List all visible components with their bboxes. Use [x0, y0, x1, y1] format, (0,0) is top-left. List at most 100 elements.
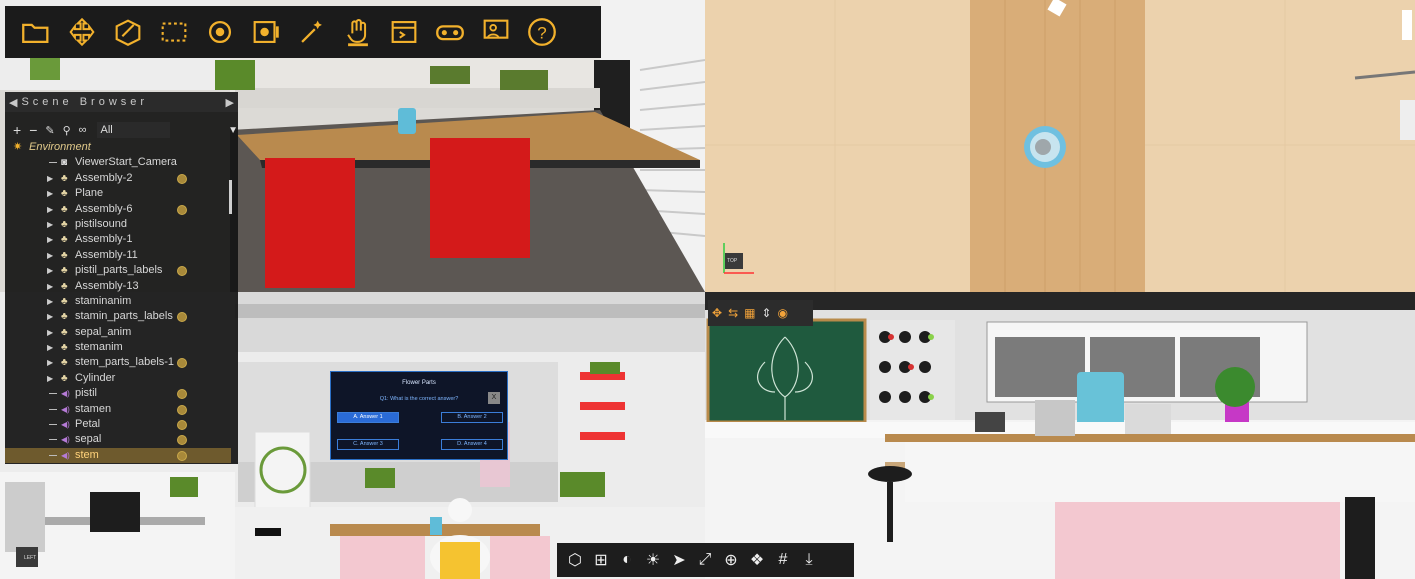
layout-panel-icon[interactable]: [381, 9, 427, 55]
expand-arrow-icon[interactable]: ▶: [47, 248, 53, 263]
add-icon[interactable]: +: [13, 122, 21, 138]
chevron-down-icon[interactable]: ▼: [228, 125, 238, 136]
expand-arrow-icon[interactable]: ▶: [47, 279, 53, 294]
answer-a-button[interactable]: A. Answer 1: [337, 412, 399, 423]
pointer-icon[interactable]: ➤: [667, 548, 691, 572]
pick-hand-icon[interactable]: [335, 9, 381, 55]
tree-item[interactable]: ▶ ♣ Assembly-6: [5, 202, 231, 217]
eraser-icon[interactable]: ✎: [45, 124, 54, 137]
record-icon[interactable]: [243, 9, 289, 55]
tree-item[interactable]: ▶ ♣ Plane: [5, 186, 231, 201]
visibility-eye-icon[interactable]: [177, 420, 187, 431]
visibility-eye-icon[interactable]: [177, 404, 187, 415]
binoculars-icon[interactable]: ∞: [79, 124, 87, 136]
select-rect-icon[interactable]: [151, 9, 197, 55]
tree-item-label: stamen: [75, 402, 112, 415]
move-icon[interactable]: ✥: [712, 306, 722, 320]
quiz-close-button[interactable]: X: [488, 392, 500, 404]
tree-item[interactable]: ◀) Petal: [5, 417, 231, 432]
visibility-eye-icon[interactable]: [177, 173, 187, 184]
tree-item-label: Environment: [29, 141, 91, 153]
visibility-eye-icon[interactable]: [177, 312, 187, 323]
tree-item[interactable]: ▶ ♣ Assembly-1: [5, 232, 231, 247]
presenter-icon[interactable]: [473, 9, 519, 55]
shading-icon[interactable]: ◐: [615, 548, 639, 572]
answer-d-button[interactable]: D. Answer 4: [441, 439, 503, 450]
grid-icon[interactable]: #: [771, 548, 795, 572]
camera-icon: ◙: [61, 157, 68, 169]
visibility-eye-icon[interactable]: [177, 358, 187, 369]
tree-item[interactable]: ▶ ♣ Cylinder: [5, 371, 231, 386]
tree-item[interactable]: ▶ ♣ Assembly-11: [5, 248, 231, 263]
arrow-up-down-icon[interactable]: ⇕: [761, 306, 771, 320]
visibility-eye-icon[interactable]: [177, 450, 187, 461]
tree-item[interactable]: ✷ Environment: [5, 140, 231, 155]
tree-item[interactable]: ◀) stamen: [5, 402, 231, 417]
answer-b-button[interactable]: B. Answer 2: [441, 412, 503, 423]
collapse-left-icon[interactable]: ◀: [9, 96, 17, 109]
viewport-front[interactable]: ✥ ⇆ ▦ ⇕ ◉: [705, 292, 1415, 579]
visibility-eye-icon[interactable]: [177, 435, 187, 446]
tree-item[interactable]: ▶ ♣ stem_parts_labels-1: [5, 355, 231, 370]
render-icon[interactable]: ❖: [745, 548, 769, 572]
zoom-icon[interactable]: ⊕: [719, 548, 743, 572]
expand-arrow-icon[interactable]: ▶: [47, 186, 53, 201]
fit-view-icon[interactable]: ⤢: [693, 548, 717, 572]
orbit-icon[interactable]: ◉: [778, 306, 788, 320]
expand-arrow-icon[interactable]: ▶: [47, 294, 53, 309]
tree-item[interactable]: ▶ ♣ staminanim: [5, 294, 231, 309]
light-icon[interactable]: ☀: [641, 548, 665, 572]
tree-item[interactable]: ▶ ♣ stemanim: [5, 340, 231, 355]
assembly-icon: ♣: [61, 249, 68, 261]
expand-arrow-icon[interactable]: ▶: [47, 217, 53, 232]
download-icon[interactable]: ⤓: [797, 548, 821, 572]
visibility-eye-icon[interactable]: [177, 389, 187, 400]
layout-grid-icon[interactable]: ⊞: [589, 548, 613, 572]
tree-item[interactable]: ▶ ♣ stamin_parts_labels: [5, 309, 231, 324]
tree-item[interactable]: ◀) sepal: [5, 432, 231, 447]
tree-item[interactable]: ◀) pistil: [5, 386, 231, 401]
tree-item-label: pistil_parts_labels: [75, 264, 163, 277]
quiz-question: Q1: What is the correct answer?: [379, 396, 459, 402]
expand-arrow-icon[interactable]: ▶: [47, 355, 53, 370]
expand-arrow-icon[interactable]: ▶: [47, 340, 53, 355]
scene-browser-scrollbar[interactable]: [229, 180, 232, 214]
tree-item[interactable]: ◀) stem: [5, 447, 231, 464]
expand-arrow-icon[interactable]: ▶: [47, 371, 53, 386]
tree-item[interactable]: ▶ ♣ Assembly-2: [5, 171, 231, 186]
remove-icon[interactable]: −: [29, 122, 37, 138]
tree-item[interactable]: ▶ ♣ pistil_parts_labels: [5, 263, 231, 278]
view-cube-icon[interactable]: ⬡: [563, 548, 587, 572]
filter-dropdown[interactable]: All: [96, 122, 171, 138]
tree-item[interactable]: ◙ ViewerStart_Camera: [5, 155, 231, 170]
assembly-icon: ♣: [61, 280, 68, 292]
scene-browser-title: Scene Browser: [21, 96, 149, 108]
front-view-mini-toolbar[interactable]: ✥ ⇆ ▦ ⇕ ◉: [708, 300, 813, 326]
answer-c-button[interactable]: C. Answer 3: [337, 439, 399, 450]
expand-arrow-icon[interactable]: ▶: [47, 202, 53, 217]
move-icon[interactable]: [59, 9, 105, 55]
help-icon[interactable]: ?: [519, 9, 565, 55]
visibility-eye-icon[interactable]: [177, 204, 187, 215]
expand-arrow-icon[interactable]: ▶: [47, 171, 53, 186]
grid-snap-icon[interactable]: ▦: [744, 306, 755, 320]
expand-arrow-icon[interactable]: ▶: [47, 309, 53, 324]
loop-icon[interactable]: ⇆: [728, 306, 738, 320]
expand-arrow-icon[interactable]: ▶: [47, 325, 53, 340]
orbit-camera-icon[interactable]: [197, 9, 243, 55]
vr-headset-icon[interactable]: [427, 9, 473, 55]
viewport-top[interactable]: TOP: [705, 0, 1415, 292]
edit-cube-icon[interactable]: [105, 9, 151, 55]
tree-item[interactable]: ▶ ♣ pistilsound: [5, 217, 231, 232]
scene-browser-header: ◀ Scene Browser ▶: [5, 92, 238, 112]
visibility-eye-icon[interactable]: [177, 266, 187, 277]
sound-icon: ◀): [61, 450, 70, 460]
tree-item[interactable]: ▶ ♣ sepal_anim: [5, 325, 231, 340]
expand-arrow-icon[interactable]: ▶: [47, 263, 53, 278]
expand-arrow-icon[interactable]: ▶: [47, 232, 53, 247]
expand-right-icon[interactable]: ▶: [226, 96, 234, 109]
search-icon[interactable]: ⚲: [63, 124, 71, 137]
tree-item[interactable]: ▶ ♣ Assembly-13: [5, 279, 231, 294]
open-folder-icon[interactable]: [13, 9, 59, 55]
magic-wand-icon[interactable]: [289, 9, 335, 55]
